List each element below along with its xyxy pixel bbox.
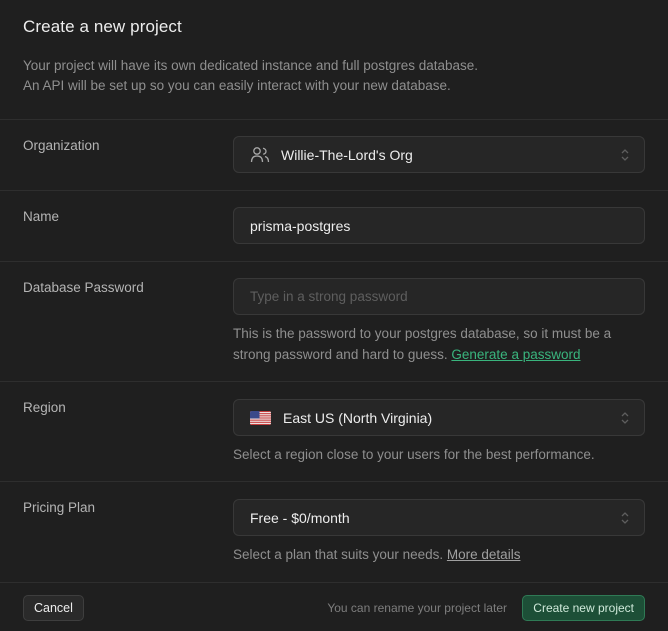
description-line-1: Your project will have its own dedicated… (23, 58, 479, 73)
name-row: Name prisma-postgres (0, 191, 668, 262)
password-input[interactable]: Type in a strong password (233, 278, 645, 315)
password-row: Database Password Type in a strong passw… (0, 262, 668, 382)
pricing-value: Free - $0/month (250, 510, 350, 526)
region-row: Region East US (North Virginia) Select a… (0, 382, 668, 482)
create-project-button[interactable]: Create new project (522, 595, 645, 621)
description-line-2: An API will be set up so you can easily … (23, 78, 451, 93)
dialog-description: Your project will have its own dedicated… (23, 56, 478, 96)
pricing-help: Select a plan that suits your needs. Mor… (233, 544, 520, 565)
organization-label: Organization (23, 138, 100, 153)
dialog-title: Create a new project (23, 17, 182, 36)
region-select[interactable]: East US (North Virginia) (233, 399, 645, 436)
generate-password-link[interactable]: Generate a password (451, 347, 580, 362)
chevron-updown-icon (621, 512, 629, 524)
region-help: Select a region close to your users for … (233, 447, 595, 462)
users-icon (250, 147, 270, 163)
password-help-line-2: strong password and hard to guess. Gener… (233, 344, 611, 365)
rename-note: You can rename your project later (327, 601, 507, 615)
us-flag-icon (250, 411, 271, 425)
password-help: This is the password to your postgres da… (233, 323, 611, 365)
create-project-dialog: Create a new project Your project will h… (0, 0, 668, 631)
pricing-row: Pricing Plan Free - $0/month Select a pl… (0, 482, 668, 583)
name-input[interactable]: prisma-postgres (233, 207, 645, 244)
more-details-link[interactable]: More details (447, 547, 521, 562)
chevron-updown-icon (621, 412, 629, 424)
dialog-footer: Cancel You can rename your project later… (0, 583, 668, 631)
pricing-select[interactable]: Free - $0/month (233, 499, 645, 536)
cancel-button[interactable]: Cancel (23, 595, 84, 621)
region-value: East US (North Virginia) (283, 410, 433, 426)
password-placeholder: Type in a strong password (250, 289, 408, 304)
organization-value: Willie-The-Lord's Org (281, 147, 413, 163)
pricing-help-text: Select a plan that suits your needs. (233, 547, 444, 562)
password-help-line-1: This is the password to your postgres da… (233, 326, 612, 341)
chevron-updown-icon (621, 149, 629, 161)
organization-select[interactable]: Willie-The-Lord's Org (233, 136, 645, 173)
name-label: Name (23, 209, 60, 224)
password-help-text: strong password and hard to guess. (233, 347, 448, 362)
organization-row: Organization Willie-The-Lord's Org (0, 120, 668, 191)
region-label: Region (23, 400, 66, 415)
password-label: Database Password (23, 280, 144, 295)
dialog-header: Create a new project Your project will h… (0, 0, 668, 120)
pricing-label: Pricing Plan (23, 500, 96, 515)
name-value: prisma-postgres (250, 218, 351, 234)
